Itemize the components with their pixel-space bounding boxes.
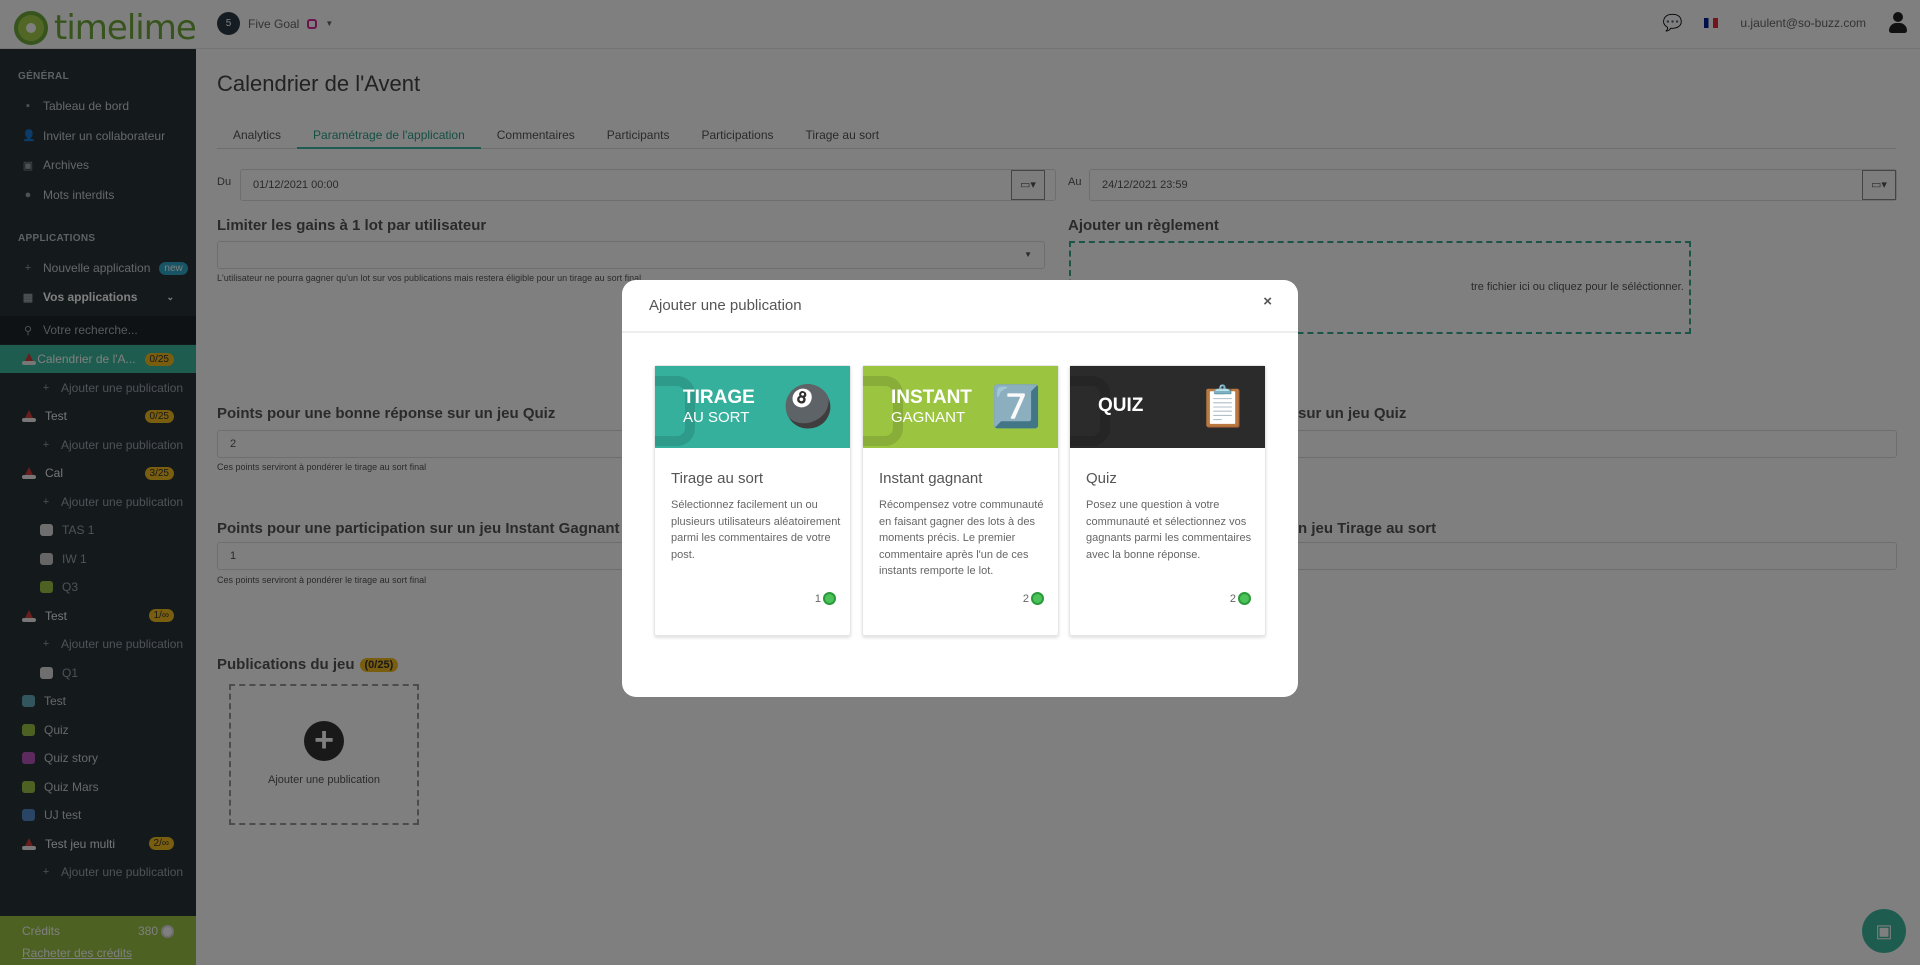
publication-type-card[interactable]: TIRAGE AU SORT 🎱 Tirage au sort Sélection… xyxy=(654,365,851,636)
add-publication-modal: Ajouter une publication × TIRAGE AU SORT 🎱… xyxy=(622,280,1298,697)
credit-cost: 1 xyxy=(814,592,821,605)
credit-coin-icon xyxy=(1238,592,1251,605)
slot-seven-icon: 7️⃣ xyxy=(991,385,1041,429)
credit-coin-icon xyxy=(823,592,836,605)
credit-coin-icon xyxy=(1031,592,1044,605)
card-banner: QUIZ 📋 xyxy=(1070,366,1265,448)
clipboard-checklist-icon: 📋 xyxy=(1198,385,1248,429)
modal-title: Ajouter une publication xyxy=(649,297,802,314)
publication-type-card[interactable]: INSTANT GAGNANT 7️⃣ Instant gagnant Récom… xyxy=(862,365,1059,636)
publication-type-card[interactable]: QUIZ 📋 Quiz Posez une question à votre c… xyxy=(1069,365,1266,636)
card-banner: TIRAGE AU SORT 🎱 xyxy=(655,366,850,448)
close-icon[interactable]: × xyxy=(1263,293,1272,310)
credit-cost: 2 xyxy=(1022,592,1029,605)
card-banner: INSTANT GAGNANT 7️⃣ xyxy=(863,366,1058,448)
credit-cost: 2 xyxy=(1229,592,1236,605)
lottery-drum-icon: 🎱 xyxy=(783,385,833,429)
